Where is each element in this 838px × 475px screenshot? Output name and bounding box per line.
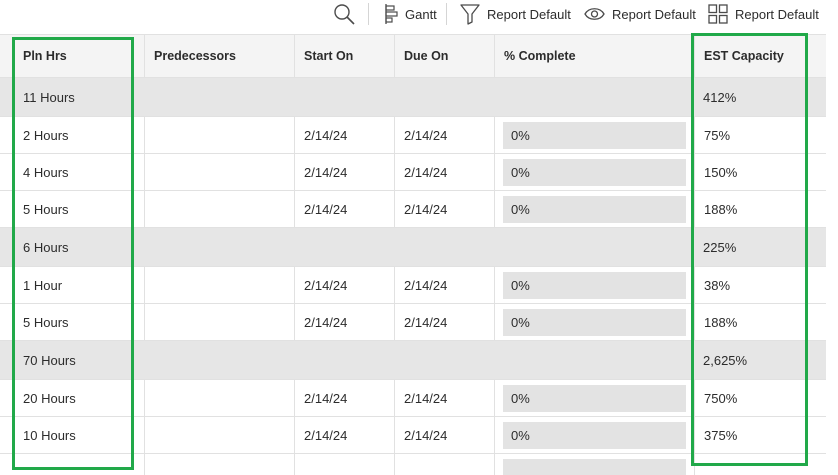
eye-icon — [584, 3, 605, 25]
due-on-cell: 2/14/24 — [394, 417, 494, 453]
pln-hrs-cell: 2 Hours — [23, 127, 69, 143]
grouping-label: Report Default — [735, 6, 819, 22]
due-on-cell: 2/14/24 — [394, 117, 494, 153]
table-row[interactable]: 1 Hour 2/14/24 2/14/24 0% 38% — [0, 267, 826, 304]
pct-complete-cell: 0% — [494, 267, 694, 303]
group-pln-hrs-cell: 70 Hours — [23, 352, 76, 368]
table-row[interactable]: 5 Hours 2/14/24 2/14/24 0% 188% — [0, 191, 826, 228]
table-row[interactable] — [0, 454, 826, 475]
due-on-cell: 2/14/24 — [394, 154, 494, 190]
group-pln-hrs-cell: 11 Hours — [23, 89, 75, 105]
est-capacity-cell: 150% — [694, 154, 826, 190]
group-pln-hrs-cell: 6 Hours — [23, 239, 69, 255]
start-on-cell: 2/14/24 — [294, 267, 394, 303]
filter-button[interactable]: Report Default — [460, 0, 571, 28]
due-on-cell: 2/14/24 — [394, 304, 494, 340]
predecessors-cell — [144, 191, 294, 227]
est-capacity-cell — [694, 454, 826, 475]
report-toolbar: Gantt Report Default Report Default Repo… — [0, 0, 838, 30]
pct-complete-cell: 0% — [494, 417, 694, 453]
column-header-pct-complete[interactable]: % Complete — [494, 35, 694, 77]
pln-hrs-cell: 1 Hour — [23, 277, 63, 293]
group-est-capacity-cell: 225% — [703, 239, 737, 255]
due-on-cell — [394, 454, 494, 475]
pln-hrs-cell: 20 Hours — [23, 390, 76, 406]
group-row[interactable]: 6 Hours 225% — [0, 228, 826, 267]
group-est-capacity-cell: 412% — [703, 89, 737, 105]
predecessors-cell — [144, 154, 294, 190]
column-header-pln-hrs[interactable]: Pln Hrs — [14, 35, 144, 77]
est-capacity-cell: 750% — [694, 380, 826, 416]
start-on-cell: 2/14/24 — [294, 117, 394, 153]
predecessors-cell — [144, 304, 294, 340]
progress-bar: 0% — [503, 422, 686, 449]
predecessors-cell — [144, 417, 294, 453]
view-button[interactable]: Report Default — [584, 0, 696, 28]
gantt-icon — [382, 3, 398, 25]
due-on-cell: 2/14/24 — [394, 380, 494, 416]
pct-complete-cell: 0% — [494, 191, 694, 227]
predecessors-cell — [144, 267, 294, 303]
start-on-cell: 2/14/24 — [294, 191, 394, 227]
progress-bar: 0% — [503, 272, 686, 299]
table-header-row: Pln Hrs Predecessors Start On Due On % C… — [0, 34, 826, 78]
toolbar-divider — [446, 3, 447, 25]
pln-hrs-cell: 5 Hours — [23, 314, 69, 330]
view-label: Report Default — [612, 6, 696, 22]
pct-complete-cell: 0% — [494, 380, 694, 416]
est-capacity-cell: 188% — [694, 191, 826, 227]
start-on-cell: 2/14/24 — [294, 417, 394, 453]
column-header-est-capacity[interactable]: EST Capacity — [694, 35, 826, 77]
pln-hrs-cell: 4 Hours — [23, 164, 69, 180]
pct-complete-cell: 0% — [494, 117, 694, 153]
pln-hrs-cell: 10 Hours — [23, 427, 76, 443]
est-capacity-cell: 375% — [694, 417, 826, 453]
grouping-icon — [708, 3, 728, 25]
predecessors-cell — [144, 380, 294, 416]
search-icon — [333, 3, 355, 25]
filter-icon — [460, 3, 480, 25]
est-capacity-cell: 38% — [694, 267, 826, 303]
table-row[interactable]: 4 Hours 2/14/24 2/14/24 0% 150% — [0, 154, 826, 191]
gantt-label: Gantt — [405, 6, 437, 22]
column-header-start-on[interactable]: Start On — [294, 35, 394, 77]
progress-bar — [503, 459, 686, 475]
table-row[interactable]: 5 Hours 2/14/24 2/14/24 0% 188% — [0, 304, 826, 341]
group-row[interactable]: 11 Hours 412% — [0, 78, 826, 117]
due-on-cell: 2/14/24 — [394, 267, 494, 303]
table-row[interactable]: 10 Hours 2/14/24 2/14/24 0% 375% — [0, 417, 826, 454]
group-row[interactable]: 70 Hours 2,625% — [0, 341, 826, 380]
start-on-cell: 2/14/24 — [294, 154, 394, 190]
pct-complete-cell: 0% — [494, 154, 694, 190]
predecessors-cell — [144, 117, 294, 153]
progress-bar: 0% — [503, 122, 686, 149]
predecessors-cell — [144, 454, 294, 475]
start-on-cell: 2/14/24 — [294, 304, 394, 340]
start-on-cell: 2/14/24 — [294, 380, 394, 416]
column-header-due-on[interactable]: Due On — [394, 35, 494, 77]
column-header-predecessors[interactable]: Predecessors — [144, 35, 294, 77]
progress-bar: 0% — [503, 385, 686, 412]
table-row[interactable]: 20 Hours 2/14/24 2/14/24 0% 750% — [0, 380, 826, 417]
progress-bar: 0% — [503, 159, 686, 186]
pln-hrs-cell: 5 Hours — [23, 201, 69, 217]
pct-complete-cell: 0% — [494, 304, 694, 340]
gantt-button[interactable]: Gantt — [382, 0, 437, 28]
est-capacity-cell: 75% — [694, 117, 826, 153]
progress-bar: 0% — [503, 196, 686, 223]
est-capacity-cell: 188% — [694, 304, 826, 340]
table-row[interactable]: 2 Hours 2/14/24 2/14/24 0% 75% — [0, 117, 826, 154]
grouping-button[interactable]: Report Default — [708, 0, 819, 28]
start-on-cell — [294, 454, 394, 475]
filter-label: Report Default — [487, 6, 571, 22]
pln-hrs-cell — [14, 454, 144, 475]
progress-bar: 0% — [503, 309, 686, 336]
toolbar-divider — [368, 3, 369, 25]
due-on-cell: 2/14/24 — [394, 191, 494, 227]
search-button[interactable] — [333, 0, 355, 28]
group-est-capacity-cell: 2,625% — [703, 352, 748, 368]
pct-complete-cell — [494, 454, 694, 475]
